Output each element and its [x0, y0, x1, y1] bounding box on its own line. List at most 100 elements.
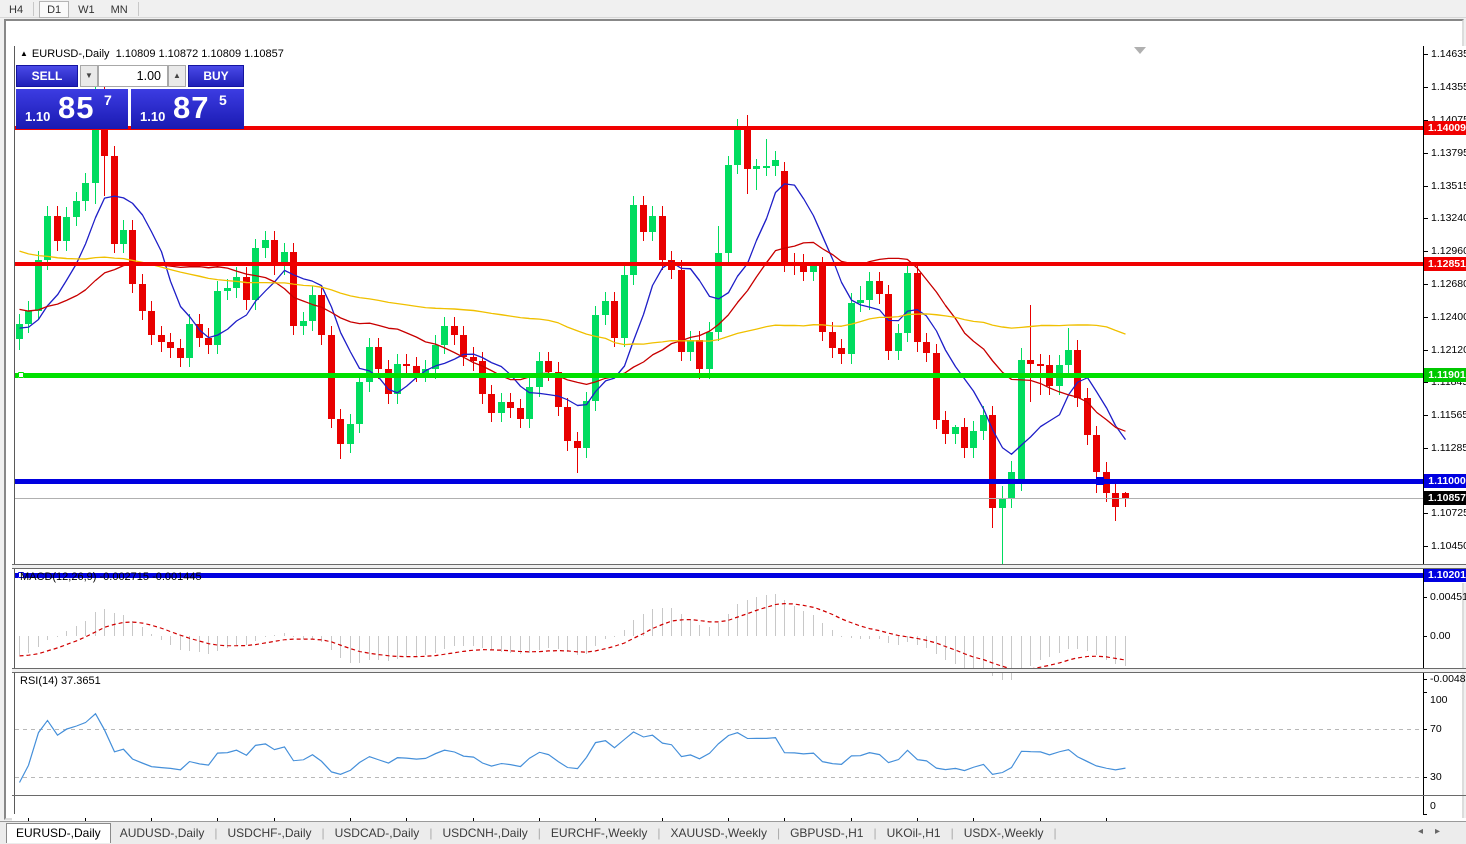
volume-decrease-button[interactable]: ▼ [80, 65, 98, 87]
timeframe-button-d1[interactable]: D1 [39, 1, 70, 18]
symbol-triangle-icon: ▲ [20, 49, 28, 58]
macd-tick-mark [1423, 636, 1427, 637]
toolbar-separator [33, 1, 35, 16]
price-level-badge: 1.10201 [1424, 568, 1466, 582]
price-tick-mark [1424, 513, 1428, 514]
price-tick-label: 1.12680 [1431, 278, 1466, 290]
tab-usdx-weekly[interactable]: USDX-,Weekly [955, 824, 1053, 844]
price-tick-mark [1424, 251, 1428, 252]
trade-panel-controls: SELL ▼ 1.00 ▲ BUY [16, 65, 244, 87]
price-tick-mark [1424, 284, 1428, 285]
tab-scroll-arrows: ◂▸ [1418, 826, 1452, 837]
chart-window: ▲ EURUSD-,Daily 1.10809 1.10872 1.10809 1… [4, 19, 1466, 839]
sell-button[interactable]: SELL [16, 65, 78, 87]
sell-price-main: 85 [58, 90, 95, 125]
tab-xauusd-weekly[interactable]: XAUUSD-,Weekly [661, 824, 775, 844]
macd-axis-label: -0.004806 [1430, 673, 1466, 685]
rsi-tick-mark [1423, 692, 1427, 693]
price-level-badge: 1.11000 [1424, 474, 1466, 488]
tab-separator: | [950, 826, 954, 840]
price-level-badge: 1.10857 [1424, 491, 1466, 505]
tab-separator: | [321, 826, 325, 840]
price-tick-label: 1.13795 [1431, 147, 1466, 159]
tab-separator: | [657, 826, 661, 840]
tab-separator: | [776, 826, 781, 840]
tab-gbpusd-h1[interactable]: GBPUSD-,H1 [781, 824, 872, 844]
mt4-terminal: H4 D1 W1 MN ▲ EURUSD-,Daily 1.10809 1.10872 … [0, 0, 1466, 844]
price-tick-mark [1424, 54, 1428, 55]
price-tick-label: 1.11565 [1431, 409, 1466, 421]
rsi-tick-mark [1423, 729, 1427, 730]
timeframe-toolbar: H4 D1 W1 MN [0, 0, 1466, 18]
volume-increase-button[interactable]: ▲ [168, 65, 186, 87]
axis-divider [1423, 46, 1424, 814]
rsi-axis-label: 30 [1430, 771, 1442, 783]
price-tick-mark [1424, 448, 1428, 449]
one-click-trade-panel: SELL ▼ 1.00 ▲ BUY 1.10 85 7 1.10 87 5 [16, 65, 244, 129]
price-tick-label: 1.12120 [1431, 344, 1466, 356]
tab-usdcnh-daily[interactable]: USDCNH-,Daily [433, 824, 536, 844]
price-tick-label: 1.10450 [1431, 540, 1466, 552]
price-tick-label: 1.13240 [1431, 212, 1466, 224]
price-level-badge: 1.14009 [1424, 121, 1466, 135]
price-tick-label: 1.14355 [1431, 81, 1466, 93]
price-tick-label: 1.12400 [1431, 311, 1466, 323]
buy-price-prefix: 1.10 [140, 109, 166, 124]
volume-input[interactable]: 1.00 [98, 65, 168, 87]
sell-price-box[interactable]: 1.10 85 7 [16, 89, 128, 129]
price-tick-mark [1424, 218, 1428, 219]
rsi-axis-label: 70 [1430, 723, 1442, 735]
macd-tick-mark [1423, 679, 1427, 680]
price-tick-mark [1424, 186, 1428, 187]
tab-scroll-right-icon[interactable]: ▸ [1435, 826, 1452, 837]
rsi-value: 37.3651 [60, 675, 101, 687]
price-tick-label: 1.13515 [1431, 180, 1466, 192]
timeframe-button-w1[interactable]: W1 [71, 2, 102, 19]
macd-tick-mark [1423, 597, 1427, 598]
price-tick-mark [1424, 153, 1428, 154]
tab-ukoil-h1[interactable]: UKOil-,H1 [878, 824, 950, 844]
tab-eurchf-weekly[interactable]: EURCHF-,Weekly [542, 824, 656, 844]
timeframe-button-h4[interactable]: H4 [2, 2, 30, 19]
buy-price-box[interactable]: 1.10 87 5 [131, 89, 244, 129]
price-tick-mark [1424, 382, 1428, 383]
sell-price-sup: 7 [104, 92, 112, 108]
chart-title: ▲ EURUSD-,Daily 1.10809 1.10872 1.10809 1… [20, 48, 284, 60]
tab-separator: | [537, 826, 541, 840]
price-tick-mark [1424, 350, 1428, 351]
price-axis[interactable]: 1.14635 1.14355 1.14075 1.13795 1.13515 1.132… [1424, 46, 1466, 585]
tab-separator: | [429, 826, 433, 840]
chart-ohlc-values: 1.10809 1.10872 1.10809 1.10857 [115, 48, 284, 60]
macd-values: -0.002715 -0.001445 [99, 571, 202, 583]
price-tick-label: 1.10725 [1431, 507, 1466, 519]
toolbar-separator [137, 1, 139, 16]
price-tick-mark [1424, 317, 1428, 318]
rsi-axis-label: 0 [1430, 800, 1436, 812]
rsi-tick-mark [1423, 777, 1427, 778]
chart-tab-bar: EURUSD-,Daily AUDUSD-,Daily | USDCHF-,Daily… [0, 821, 1466, 844]
price-tick-mark [1424, 546, 1428, 547]
tab-audusd-daily[interactable]: AUDUSD-,Daily [111, 824, 214, 844]
tab-usdchf-daily[interactable]: USDCHF-,Daily [219, 824, 321, 844]
macd-axis-label: 0.00 [1430, 630, 1451, 642]
buy-button[interactable]: BUY [188, 65, 244, 87]
macd-label: MACD(12,26,9) -0.002715 -0.001445 [20, 571, 202, 583]
price-tick-label: 1.14635 [1431, 48, 1466, 60]
rsi-axis-label: 100 [1430, 694, 1448, 706]
tab-scroll-left-icon[interactable]: ◂ [1418, 826, 1435, 837]
tab-separator: | [873, 826, 877, 840]
sell-price-prefix: 1.10 [25, 109, 51, 124]
price-tick-mark [1424, 415, 1428, 416]
panel-separator[interactable] [12, 668, 1466, 673]
panel-separator[interactable] [12, 564, 1466, 569]
chart-shift-marker-icon[interactable] [1134, 47, 1146, 54]
timeframe-button-mn[interactable]: MN [104, 2, 135, 19]
price-tick-label: 1.12960 [1431, 245, 1466, 257]
price-level-badge: 1.12851 [1424, 257, 1466, 271]
buy-price-main: 87 [173, 90, 210, 125]
tab-eurusd-daily[interactable]: EURUSD-,Daily [6, 823, 111, 843]
tab-usdcad-daily[interactable]: USDCAD-,Daily [326, 824, 429, 844]
rsi-label: RSI(14) 37.3651 [20, 675, 101, 687]
chart-symbol-label: EURUSD-,Daily [31, 48, 110, 60]
tab-separator: | [214, 826, 218, 840]
